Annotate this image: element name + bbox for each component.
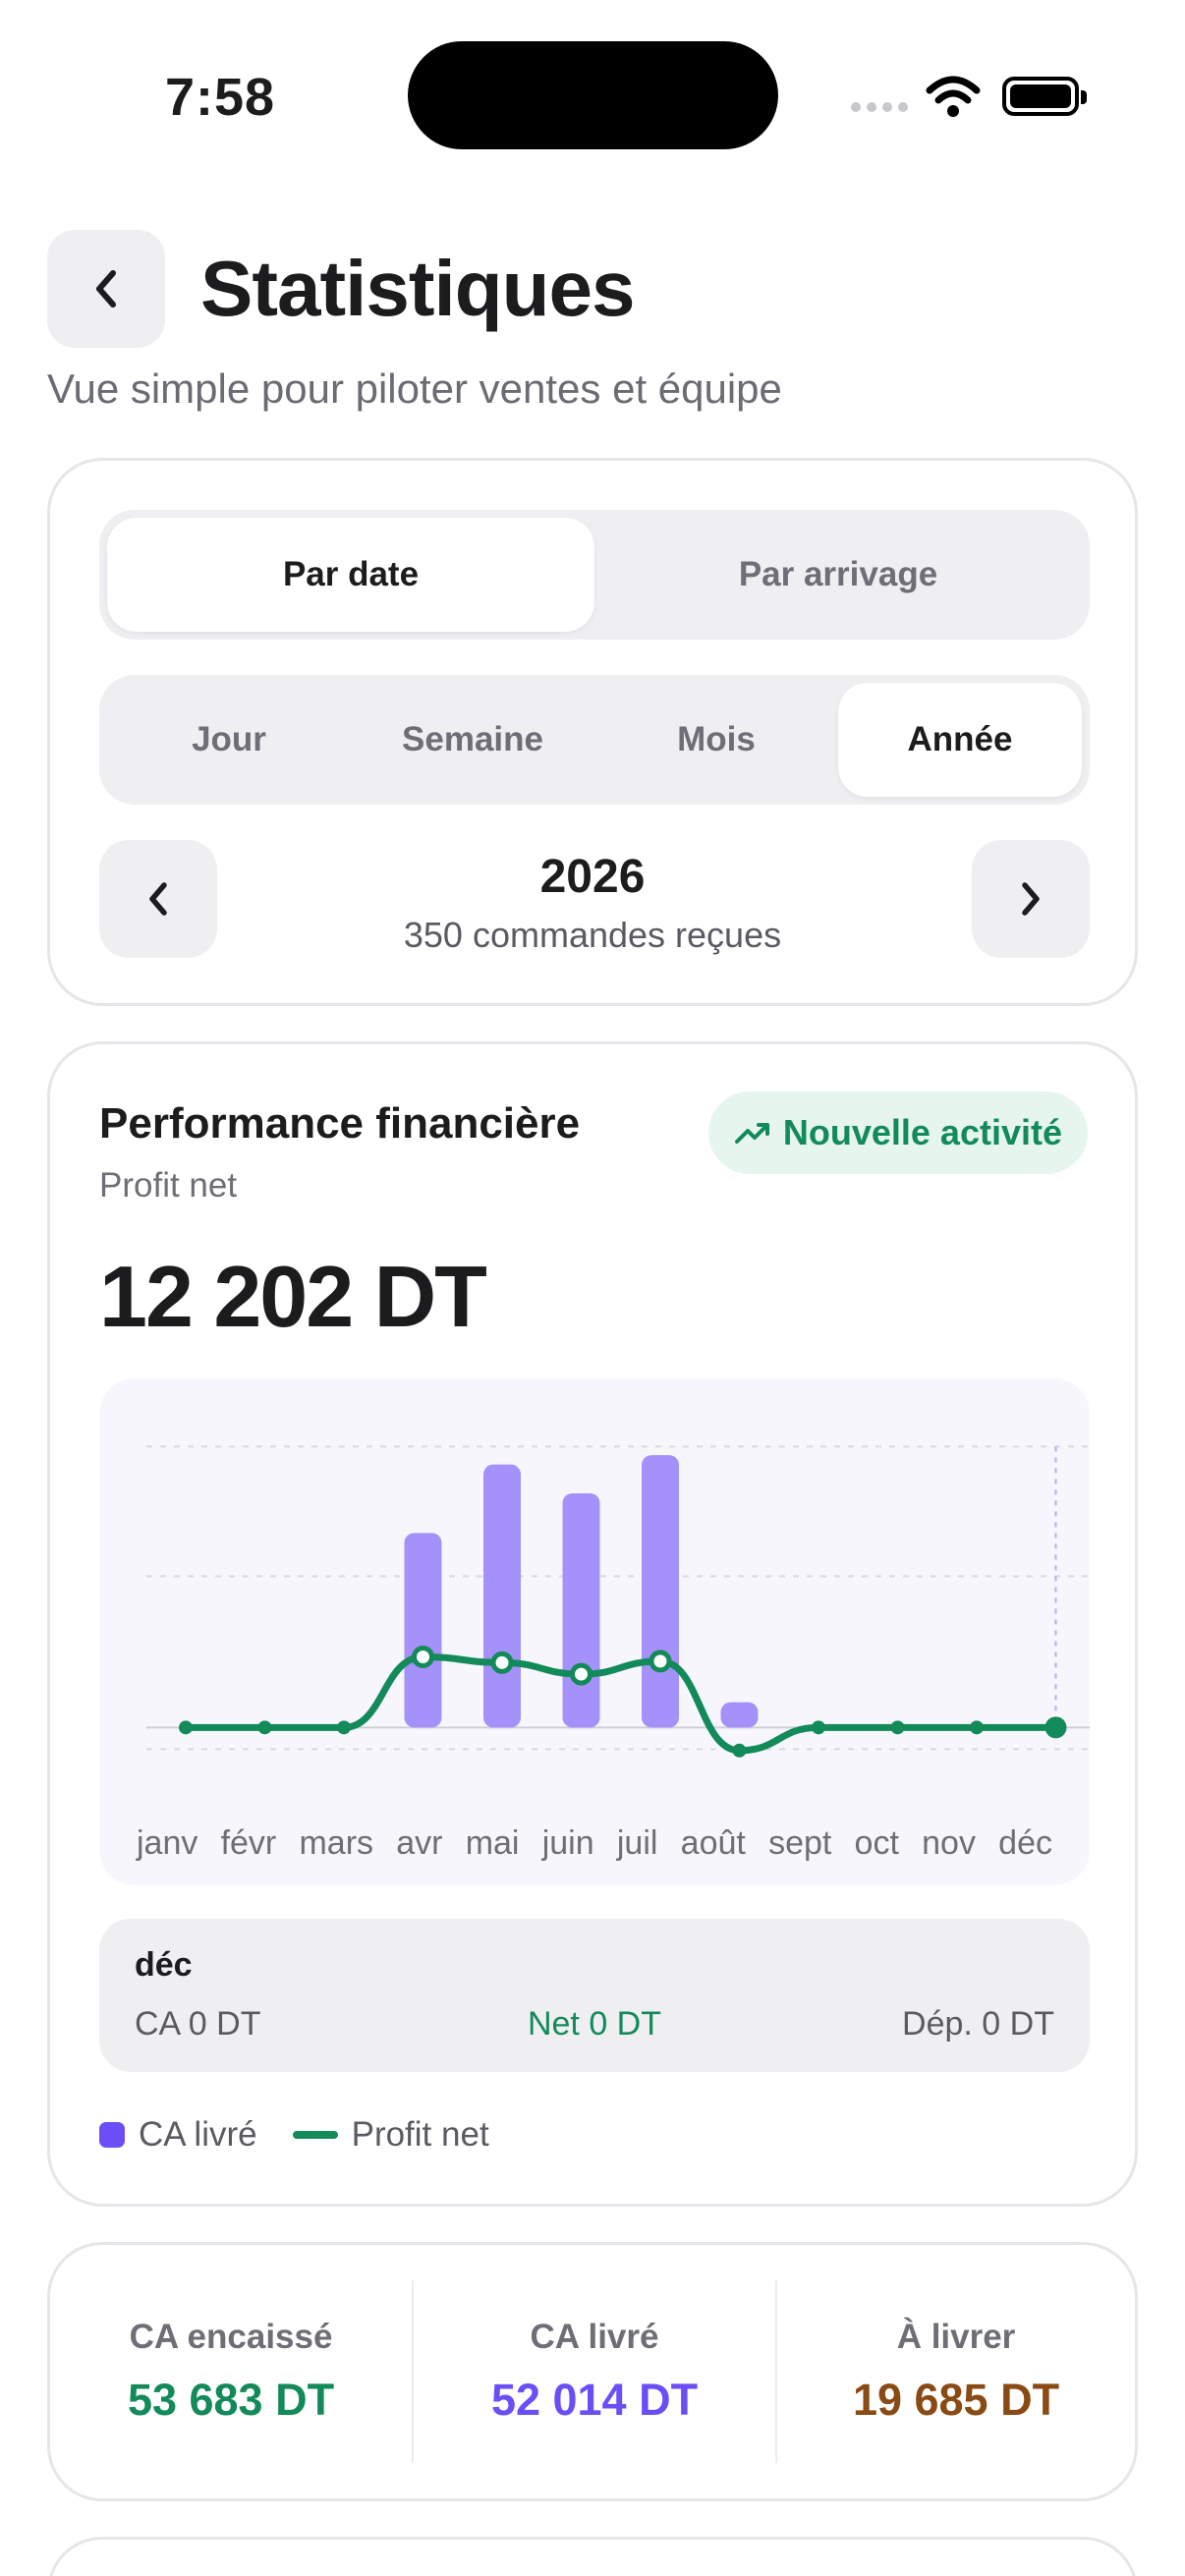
chevron-left-icon <box>96 270 116 308</box>
bar-mai <box>483 1464 521 1728</box>
x-tick-label: oct <box>855 1824 900 1862</box>
legend-line-swatch <box>292 2131 338 2139</box>
detail-dep: Dép. 0 DT <box>902 2005 1054 2043</box>
tab-mois[interactable]: Mois <box>594 683 838 797</box>
page-subtitle: Vue simple pour piloter ventes et équipe <box>47 365 782 412</box>
performance-chart[interactable]: janv févr mars avr mai juin juil août sept oct nov… <box>99 1378 1090 1885</box>
kpi-value: 53 683 DT <box>127 2375 335 2425</box>
kpi-ca-encaisse: CA encaissé 53 683 DT <box>50 2245 412 2498</box>
chart-svg: janv févr mars avr mai juin juil août sept oct nov… <box>136 1445 1090 1862</box>
trending-up-icon <box>734 1123 769 1144</box>
x-tick-label: déc <box>998 1824 1052 1862</box>
performance-title: Performance financière <box>99 1099 581 1148</box>
x-tick-label: sept <box>768 1824 832 1862</box>
point-sept <box>812 1720 825 1735</box>
point-mai <box>490 1651 514 1674</box>
wifi-icon <box>926 76 981 117</box>
activity-badge: Nouvelle activité <box>707 1092 1088 1174</box>
bar-juil <box>642 1455 679 1728</box>
kpi-label: CA encaissé <box>129 2318 333 2356</box>
cellular-signal-icon <box>851 102 908 112</box>
legend-bar-label: CA livré <box>139 2115 257 2154</box>
bar-août <box>720 1702 759 1728</box>
point-janv <box>179 1720 193 1735</box>
kpi-card: CA encaissé 53 683 DT CA livré 52 014 DT… <box>47 2242 1138 2501</box>
point-déc <box>1044 1716 1067 1739</box>
x-tick-label: janv <box>136 1824 198 1862</box>
kpi-value: 52 014 DT <box>490 2375 699 2425</box>
status-bar: 7:58 <box>0 0 1185 187</box>
kpi-ca-livre: CA livré 52 014 DT <box>414 2245 775 2498</box>
next-card <box>47 2537 1138 2576</box>
x-tick-label: juil <box>616 1824 658 1862</box>
x-tick-label: août <box>681 1824 747 1862</box>
page-title: Statistiques <box>200 245 635 332</box>
legend-line-label: Profit net <box>351 2115 489 2154</box>
x-tick-label: nov <box>922 1824 976 1862</box>
tab-jour[interactable]: Jour <box>107 683 351 797</box>
tab-par-date[interactable]: Par date <box>107 518 594 632</box>
next-period-button[interactable] <box>972 840 1090 958</box>
selected-month-detail: déc CA 0 DT Net 0 DT Dép. 0 DT <box>99 1919 1090 2072</box>
point-juil <box>649 1650 672 1673</box>
granularity-segmented-control: Jour Semaine Mois Année <box>99 675 1090 805</box>
performance-subtitle: Profit net <box>99 1166 238 1204</box>
tab-semaine[interactable]: Semaine <box>351 683 594 797</box>
financial-performance-card: Performance financière Profit net Nouvel… <box>47 1041 1138 2207</box>
battery-icon <box>1002 77 1087 116</box>
point-mars <box>337 1720 351 1735</box>
mode-segmented-control: Par date Par arrivage <box>99 510 1090 640</box>
bar-avr <box>404 1533 442 1728</box>
tab-par-arrivage[interactable]: Par arrivage <box>594 518 1082 632</box>
back-button[interactable] <box>47 230 165 348</box>
status-time: 7:58 <box>165 68 276 127</box>
legend-bar-swatch <box>99 2122 125 2148</box>
detail-month: déc <box>135 1946 193 1984</box>
chevron-right-icon <box>1022 882 1040 916</box>
tab-annee[interactable]: Année <box>838 683 1082 797</box>
kpi-label: CA livré <box>530 2318 659 2356</box>
point-avr <box>412 1645 434 1668</box>
point-août <box>732 1743 747 1758</box>
x-tick-label: avr <box>396 1824 442 1862</box>
x-tick-label: juin <box>541 1824 594 1862</box>
x-tick-label: févr <box>221 1824 277 1862</box>
profit-line <box>182 1652 1059 1755</box>
point-févr <box>257 1720 272 1735</box>
net-profit-value: 12 202 DT <box>99 1248 487 1345</box>
bar-juin <box>562 1493 600 1728</box>
x-tick-label: mai <box>466 1824 520 1862</box>
period-filter-card: Par date Par arrivage Jour Semaine Mois … <box>47 458 1138 1006</box>
point-nov <box>970 1720 984 1735</box>
kpi-value: 19 685 DT <box>852 2375 1060 2425</box>
point-oct <box>890 1720 905 1735</box>
dynamic-island <box>408 41 778 149</box>
kpi-a-livrer: À livrer 19 685 DT <box>777 2245 1135 2498</box>
kpi-label: À livrer <box>896 2318 1016 2356</box>
chart-legend: CA livré Profit net <box>99 2115 489 2155</box>
x-tick-label: mars <box>299 1824 373 1862</box>
point-juin <box>570 1662 592 1686</box>
activity-badge-label: Nouvelle activité <box>782 1112 1062 1152</box>
